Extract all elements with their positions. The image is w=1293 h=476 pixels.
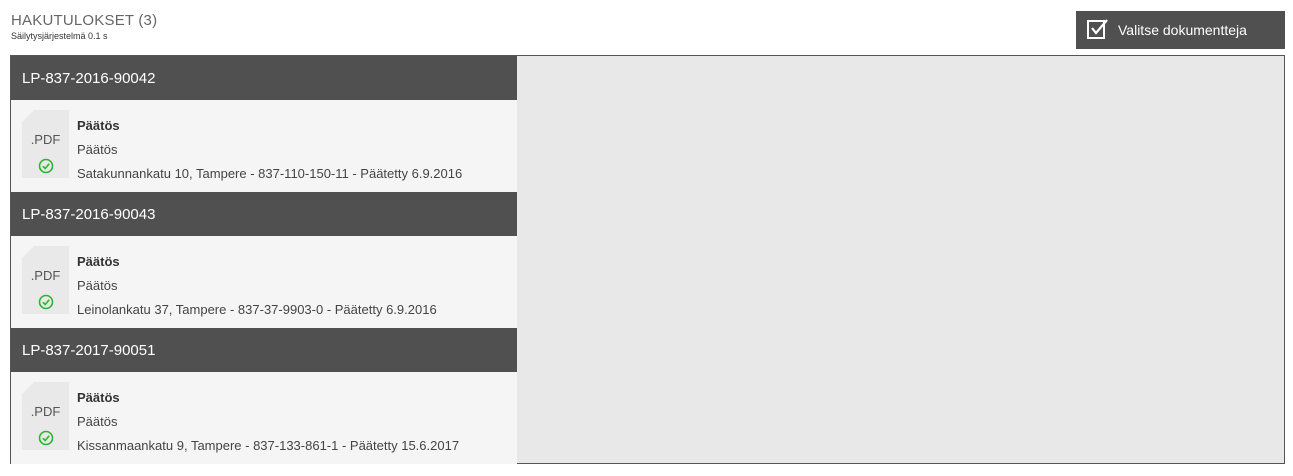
document-icon: .PDF bbox=[22, 246, 69, 314]
result-item: LP-837-2017-90051 .PDF Päätös Päätös Kis… bbox=[11, 328, 517, 464]
select-documents-label: Valitse dokumentteja bbox=[1118, 22, 1247, 38]
result-document[interactable]: .PDF Päätös Päätös Satakunnankatu 10, Ta… bbox=[11, 100, 517, 192]
document-type: .PDF bbox=[30, 268, 61, 283]
document-info: Päätös Päätös Leinolankatu 37, Tampere -… bbox=[77, 250, 437, 322]
document-info: Päätös Päätös Kissanmaankatu 9, Tampere … bbox=[77, 386, 459, 458]
document-type: .PDF bbox=[30, 132, 61, 147]
results-panel: LP-837-2016-90042 .PDF Päätös Päätös Sat… bbox=[10, 55, 1285, 464]
check-circle-icon bbox=[38, 158, 54, 179]
document-subtype: Päätös bbox=[77, 414, 118, 429]
document-details: Satakunnankatu 10, Tampere - 837-110-150… bbox=[77, 166, 463, 181]
document-details: Leinolankatu 37, Tampere - 837-37-9903-0… bbox=[77, 302, 437, 317]
document-subtype: Päätös bbox=[77, 278, 118, 293]
checkbox-check-icon bbox=[1086, 17, 1118, 44]
result-id: LP-837-2016-90042 bbox=[22, 69, 156, 87]
document-info: Päätös Päätös Satakunnankatu 10, Tampere… bbox=[77, 114, 462, 186]
document-icon: .PDF bbox=[22, 110, 69, 178]
document-name: Päätös bbox=[77, 254, 120, 269]
document-type: .PDF bbox=[30, 404, 61, 419]
result-id: LP-837-2016-90043 bbox=[22, 205, 156, 223]
document-subtype: Päätös bbox=[77, 142, 118, 157]
results-title-block: HAKUTULOKSET (3) Säilytysjärjestelmä 0.1… bbox=[11, 12, 157, 41]
document-icon: .PDF bbox=[22, 382, 69, 450]
page-title: HAKUTULOKSET (3) bbox=[11, 12, 158, 29]
check-circle-icon bbox=[38, 294, 54, 315]
result-header[interactable]: LP-837-2017-90051 bbox=[11, 328, 517, 372]
results-list: LP-837-2016-90042 .PDF Päätös Päätös Sat… bbox=[11, 56, 517, 464]
result-document[interactable]: .PDF Päätös Päätös Kissanmaankatu 9, Tam… bbox=[11, 372, 517, 464]
result-header[interactable]: LP-837-2016-90043 bbox=[11, 192, 517, 236]
result-document[interactable]: .PDF Päätös Päätös Leinolankatu 37, Tamp… bbox=[11, 236, 517, 328]
check-circle-icon bbox=[38, 430, 54, 451]
document-name: Päätös bbox=[77, 390, 120, 405]
search-timing: Säilytysjärjestelmä 0.1 s bbox=[11, 31, 108, 41]
result-id: LP-837-2017-90051 bbox=[22, 341, 156, 359]
result-item: LP-837-2016-90043 .PDF Päätös Päätös Lei… bbox=[11, 192, 517, 328]
select-documents-button[interactable]: Valitse dokumentteja bbox=[1076, 11, 1285, 49]
document-details: Kissanmaankatu 9, Tampere - 837-133-861-… bbox=[77, 438, 460, 453]
document-name: Päätös bbox=[77, 118, 120, 133]
result-item: LP-837-2016-90042 .PDF Päätös Päätös Sat… bbox=[11, 56, 517, 192]
result-header[interactable]: LP-837-2016-90042 bbox=[11, 56, 517, 100]
